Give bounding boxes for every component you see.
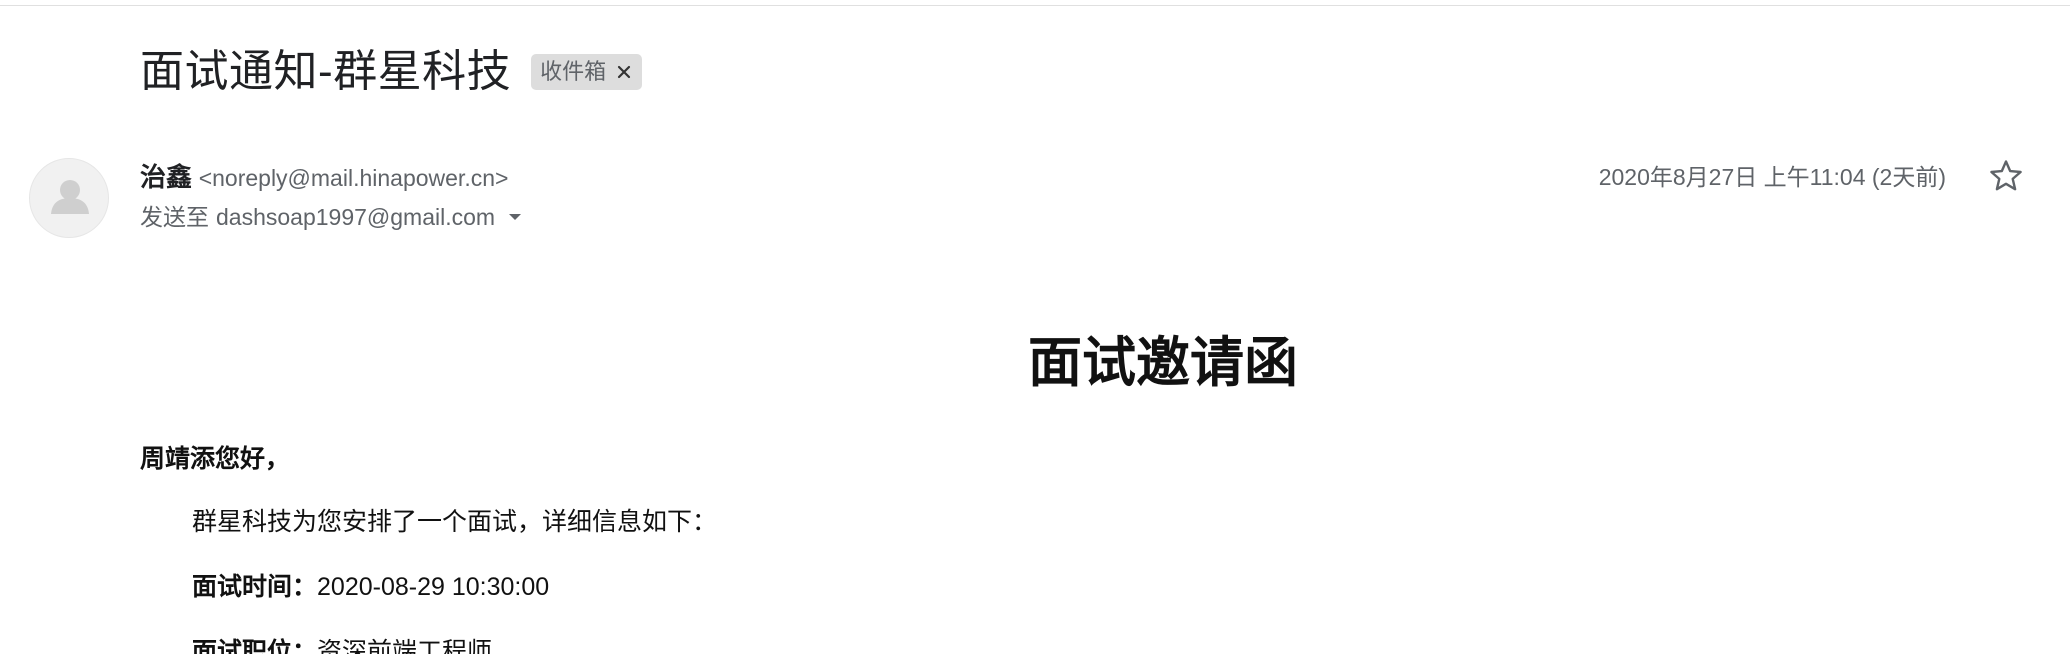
sender-name[interactable]: 治鑫 [140,162,192,192]
message-intro: 群星科技为您安排了一个面试，详细信息如下： [192,508,718,536]
message-greeting: 周靖添您好， [140,445,291,473]
email-date: 2020年8月27日 上午11:04 (2天前) [1598,164,1946,190]
interview-time-value: 2020-08-29 10:30:00 [317,573,550,601]
email-subject: 面试通知-群星科技 [140,47,512,96]
interview-position-value: 资深前端工程师 [317,638,493,654]
interview-position-label: 面试职位： [192,638,318,654]
subject-row: 面试通知-群星科技 收件箱 [140,44,643,100]
inbox-label-text: 收件箱 [540,59,607,84]
sender-avatar[interactable] [29,158,109,238]
recipient-email: dashsoap1997@gmail.com [216,204,496,230]
interview-time-line: 面试时间：2020-08-29 10:30:00 [192,569,549,605]
person-avatar-icon [51,180,89,214]
inbox-label-chip[interactable]: 收件箱 [531,54,643,90]
chevron-down-icon[interactable] [507,209,523,225]
interview-position-line: 面试职位：资深前端工程师 [192,634,492,654]
sender-line: 治鑫 <noreply@mail.hinapower.cn> [140,160,508,196]
recipient-prefix: 发送至 [140,204,209,230]
message-title: 面试邀请函 [1028,333,1298,393]
top-divider [0,5,2070,6]
sender-email[interactable]: <noreply@mail.hinapower.cn> [199,165,509,191]
recipient-line: 发送至 dashsoap1997@gmail.com [140,200,523,234]
interview-time-label: 面试时间： [192,573,318,601]
remove-label-icon[interactable] [614,62,634,82]
star-icon[interactable] [1988,158,2024,194]
email-view: 面试通知-群星科技 收件箱 治鑫 <noreply@mail.hinapower… [0,0,2070,654]
